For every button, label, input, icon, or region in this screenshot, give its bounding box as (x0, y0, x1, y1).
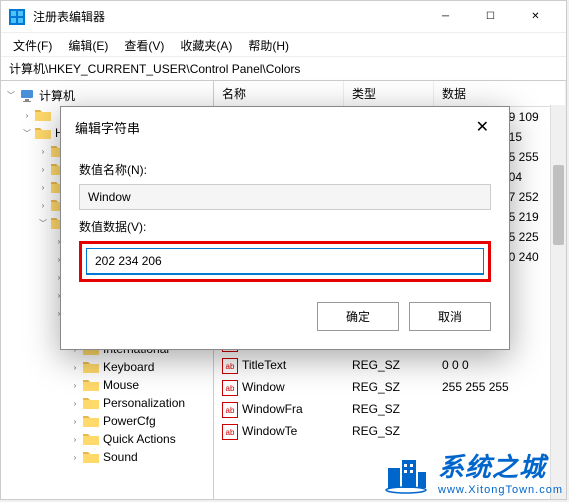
cell-type: REG_SZ (344, 401, 434, 419)
highlight-annotation (79, 241, 491, 282)
dialog-titlebar: 编辑字符串 ✕ (61, 107, 509, 147)
folder-icon (35, 126, 51, 140)
cell-name: abTitleText (214, 357, 344, 375)
expand-icon[interactable]: › (37, 199, 49, 211)
tree-label: Keyboard (103, 360, 154, 374)
expand-icon[interactable]: › (69, 379, 81, 391)
close-button[interactable]: ✕ (513, 3, 558, 31)
col-name[interactable]: 名称 (214, 81, 344, 106)
folder-icon (83, 450, 99, 464)
list-row[interactable]: abTitleTextREG_SZ0 0 0 (214, 355, 566, 377)
ok-button[interactable]: 确定 (317, 302, 399, 331)
folder-icon (35, 108, 51, 122)
expand-icon[interactable]: ﹀ (37, 217, 49, 229)
expand-icon[interactable]: › (69, 415, 81, 427)
folder-icon (83, 360, 99, 374)
app-icon (9, 9, 25, 25)
tree-item[interactable]: › PowerCfg (1, 412, 213, 430)
cell-type: REG_SZ (344, 357, 434, 375)
tree-label: Sound (103, 450, 138, 464)
expand-icon[interactable]: › (69, 451, 81, 463)
menubar: 文件(F) 编辑(E) 查看(V) 收藏夹(A) 帮助(H) (1, 33, 566, 57)
value-data-label: 数值数据(V): (79, 218, 491, 235)
tree-label: Quick Actions (103, 432, 176, 446)
list-row[interactable]: abWindowFraREG_SZ (214, 399, 566, 421)
menu-help[interactable]: 帮助(H) (240, 33, 297, 56)
string-value-icon: ab (222, 358, 238, 374)
value-data-input[interactable] (86, 248, 484, 275)
expand-icon[interactable]: ﹀ (5, 90, 17, 102)
menu-view[interactable]: 查看(V) (116, 33, 172, 56)
cancel-button[interactable]: 取消 (409, 302, 491, 331)
cell-type: REG_SZ (344, 423, 434, 441)
minimize-button[interactable]: ─ (423, 3, 468, 31)
expand-icon[interactable]: › (69, 433, 81, 445)
edit-string-dialog: 编辑字符串 ✕ 数值名称(N): 数值数据(V): 确定 取消 (60, 106, 510, 350)
value-name-input[interactable] (79, 184, 491, 210)
cell-name: abWindowTe (214, 423, 344, 441)
menu-file[interactable]: 文件(F) (5, 33, 60, 56)
dialog-buttons: 确定 取消 (79, 302, 491, 331)
expand-icon[interactable]: › (37, 181, 49, 193)
tree-item[interactable]: › Keyboard (1, 358, 213, 376)
tree-label: Mouse (103, 378, 139, 392)
folder-icon (83, 432, 99, 446)
cell-data: 255 255 255 (434, 379, 566, 397)
tree-item[interactable]: › Personalization (1, 394, 213, 412)
folder-icon (83, 414, 99, 428)
dialog-title-text: 编辑字符串 (75, 118, 470, 137)
expand-icon[interactable]: › (37, 163, 49, 175)
cell-data (434, 401, 566, 419)
string-value-icon: ab (222, 424, 238, 440)
string-value-icon: ab (222, 402, 238, 418)
window-title: 注册表编辑器 (33, 8, 423, 25)
tree-item[interactable]: › Quick Actions (1, 430, 213, 448)
dialog-close-button[interactable]: ✕ (470, 117, 495, 137)
menu-edit[interactable]: 编辑(E) (60, 33, 116, 56)
folder-icon (83, 378, 99, 392)
tree-label: 计算机 (39, 87, 75, 104)
value-name-label: 数值名称(N): (79, 161, 491, 178)
window-controls: ─ ☐ ✕ (423, 3, 558, 31)
tree-item[interactable]: › Sound (1, 448, 213, 466)
tree-root[interactable]: ﹀ 计算机 (1, 85, 213, 106)
cell-data: 0 0 0 (434, 357, 566, 375)
dialog-body: 数值名称(N): 数值数据(V): 确定 取消 (61, 147, 509, 349)
tree-item[interactable]: › Mouse (1, 376, 213, 394)
menu-favorites[interactable]: 收藏夹(A) (172, 33, 240, 56)
folder-icon (83, 396, 99, 410)
list-row[interactable]: abWindowTeREG_SZ (214, 421, 566, 443)
vertical-scrollbar[interactable] (550, 105, 566, 499)
address-bar[interactable]: 计算机\HKEY_CURRENT_USER\Control Panel\Colo… (1, 57, 566, 81)
tree-label: Personalization (103, 396, 185, 410)
cell-name: abWindowFra (214, 401, 344, 419)
cell-type: REG_SZ (344, 379, 434, 397)
col-data[interactable]: 数据 (434, 81, 566, 106)
expand-icon[interactable]: › (69, 397, 81, 409)
expand-icon[interactable]: › (21, 109, 33, 121)
expand-icon[interactable]: › (69, 361, 81, 373)
computer-icon (19, 88, 35, 104)
titlebar: 注册表编辑器 ─ ☐ ✕ (1, 1, 566, 33)
list-row[interactable]: abWindowREG_SZ255 255 255 (214, 377, 566, 399)
cell-data (434, 423, 566, 441)
maximize-button[interactable]: ☐ (468, 3, 513, 31)
expand-icon[interactable]: ﹀ (21, 127, 33, 139)
string-value-icon: ab (222, 380, 238, 396)
tree-label: PowerCfg (103, 414, 156, 428)
list-header: 名称 类型 数据 (214, 81, 566, 107)
cell-name: abWindow (214, 379, 344, 397)
col-type[interactable]: 类型 (344, 81, 434, 106)
scrollbar-thumb[interactable] (553, 165, 564, 245)
expand-icon[interactable]: › (37, 145, 49, 157)
address-text: 计算机\HKEY_CURRENT_USER\Control Panel\Colo… (9, 60, 300, 77)
